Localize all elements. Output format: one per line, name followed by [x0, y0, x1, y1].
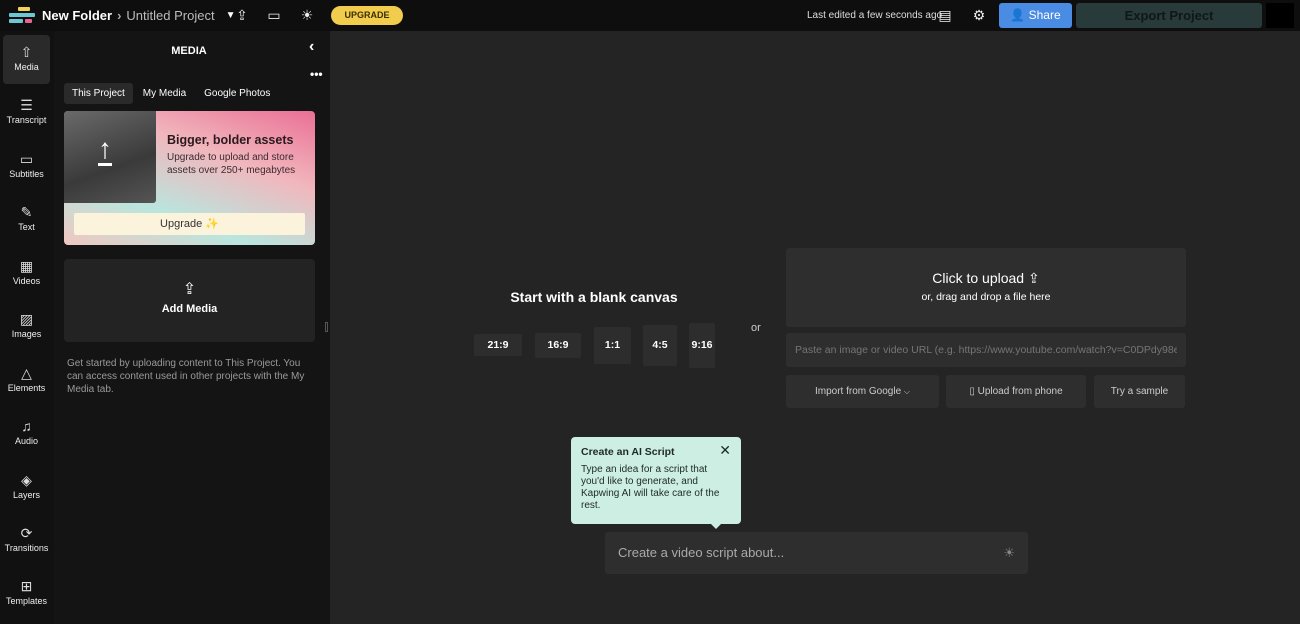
chevron-down-icon: ⌵ [903, 387, 910, 396]
or-label: or [751, 322, 761, 334]
text-edit-icon: ✎ [20, 204, 33, 220]
promo-image: ↑ [64, 111, 156, 203]
transcript-icon: ☰ [20, 97, 33, 113]
import-from-google-button[interactable]: Import from Google ⌵ [786, 375, 939, 408]
ai-script-tooltip: Create an AI Script ✕ Type an idea for a… [571, 437, 741, 529]
sidebar-item-label: Text [18, 222, 35, 232]
sidebar-item-label: Transitions [4, 543, 49, 553]
more-options-icon[interactable]: ••• [310, 67, 323, 81]
blank-canvas-title: Start with a blank canvas [510, 289, 678, 305]
share-button[interactable]: 👤 Share [999, 3, 1072, 28]
sidebar-item-transcript[interactable]: ☰ Transcript [3, 88, 50, 137]
sidebar-item-videos[interactable]: ▦ Videos [3, 249, 50, 298]
image-icon: ▨ [19, 311, 34, 327]
tooltip-title: Create an AI Script [581, 446, 675, 458]
promo-text: Upgrade to upload and store assets over … [167, 152, 296, 176]
lightbulb-icon[interactable]: ☀ [1003, 532, 1015, 574]
project-title[interactable]: Untitled Project [126, 8, 214, 23]
upload-phone-label: Upload from phone [977, 386, 1063, 397]
try-a-sample-button[interactable]: Try a sample [1094, 375, 1185, 408]
tab-my-media[interactable]: My Media [135, 83, 194, 104]
ratio-1-1-button[interactable]: 1:1 [594, 327, 631, 364]
panel-resize-handle[interactable] [325, 322, 328, 332]
breadcrumb-separator: › [117, 8, 122, 23]
script-placeholder: Create a video script about... [618, 545, 785, 560]
share-label: Share [1028, 8, 1061, 22]
sidebar-item-label: Images [11, 329, 42, 339]
sidebar-item-layers[interactable]: ◈ Layers [3, 463, 50, 512]
upload-title: Click to upload [932, 270, 1025, 286]
media-panel: MEDIA ‹ ••• This Project My Media Google… [54, 31, 330, 624]
sidebar-item-label: Templates [5, 596, 48, 606]
promo-upgrade-button[interactable]: Upgrade ✨ [74, 213, 305, 235]
import-google-label: Import from Google [814, 386, 902, 397]
upgrade-promo-card: ↑ Bigger, bolder assets Upgrade to uploa… [64, 111, 315, 245]
sidebar-item-label: Audio [14, 436, 39, 446]
upload-arrow-icon: ↑ [98, 133, 112, 166]
export-project-button[interactable]: Export Project [1076, 3, 1262, 28]
avatar[interactable] [1266, 3, 1294, 28]
grid-icon: ⊞ [20, 578, 33, 594]
ratio-21-9-button[interactable]: 21:9 [474, 334, 522, 356]
sidebar-item-transitions[interactable]: ⟳ Transitions [3, 516, 50, 565]
cloud-upload-icon: ⇧ [20, 44, 33, 60]
export-upload-icon[interactable]: ⇪ [234, 7, 250, 23]
upload-from-phone-button[interactable]: ▯ Upload from phone [946, 375, 1086, 408]
sidebar-item-text[interactable]: ✎ Text [3, 195, 50, 244]
last-edited-status: Last edited a few seconds ago [807, 10, 943, 21]
sidebar-rail: ⇧ Media ☰ Transcript ▭ Subtitles ✎ Text ▦ Vid… [0, 31, 54, 624]
upload-icon: ⇪ [1027, 270, 1040, 286]
kapwing-logo[interactable] [9, 7, 35, 24]
tab-google-photos[interactable]: Google Photos [196, 83, 278, 104]
promo-title: Bigger, bolder assets [167, 133, 294, 147]
media-url-input[interactable] [786, 333, 1186, 367]
close-icon[interactable]: ✕ [719, 442, 731, 459]
collapse-panel-icon[interactable]: ‹ [309, 38, 314, 56]
transitions-icon: ⟳ [20, 525, 33, 541]
tab-this-project[interactable]: This Project [64, 83, 133, 104]
sidebar-item-label: Layers [12, 490, 40, 500]
help-text: Get started by uploading content to This… [67, 358, 305, 395]
film-icon: ▦ [19, 258, 34, 274]
breadcrumb: New Folder › Untitled Project ▼ [42, 8, 235, 23]
panel-title: MEDIA [171, 45, 207, 57]
tooltip-text: Type an idea for a script that you'd lik… [581, 464, 720, 511]
shapes-icon: △ [21, 365, 32, 381]
sidebar-item-subtitles[interactable]: ▭ Subtitles [3, 142, 50, 191]
video-script-input[interactable]: Create a video script about... ☀ [605, 532, 1028, 574]
ratio-9-16-button[interactable]: 9:16 [689, 323, 715, 368]
add-media-label: Add Media [161, 303, 218, 315]
upload-icon: ⇪ [182, 281, 197, 298]
sidebar-item-images[interactable]: ▨ Images [3, 302, 50, 351]
lightbulb-icon[interactable]: ☀ [299, 7, 315, 23]
sidebar-item-label: Elements [7, 383, 46, 393]
gear-icon[interactable]: ⚙ [971, 7, 987, 23]
comments-icon[interactable]: ▤ [937, 7, 953, 23]
click-to-upload-dropzone[interactable]: Click to upload ⇪ or, drag and drop a fi… [786, 248, 1186, 327]
subtitles-icon[interactable]: ▭ [266, 7, 282, 23]
add-media-button[interactable]: ⇪ Add Media [64, 259, 315, 342]
upgrade-button[interactable]: UPGRADE [331, 6, 403, 25]
media-tabs: This Project My Media Google Photos [64, 83, 280, 104]
ratio-16-9-button[interactable]: 16:9 [535, 333, 581, 358]
add-user-icon: 👤 [1010, 8, 1029, 22]
sidebar-item-templates[interactable]: ⊞ Templates [3, 569, 50, 618]
subtitles-icon: ▭ [19, 151, 34, 167]
sidebar-item-label: Transcript [6, 115, 47, 125]
sidebar-item-label: Subtitles [9, 169, 44, 179]
sidebar-item-elements[interactable]: △ Elements [3, 356, 50, 405]
layers-icon: ◈ [21, 472, 32, 488]
top-bar: New Folder › Untitled Project ▼ ⇪ ▭ ☀ UP… [0, 0, 1300, 31]
ratio-4-5-button[interactable]: 4:5 [643, 325, 677, 366]
phone-icon: ▯ [969, 386, 975, 397]
folder-link[interactable]: New Folder [42, 8, 112, 23]
sidebar-item-audio[interactable]: ♫ Audio [3, 409, 50, 458]
sidebar-item-media[interactable]: ⇧ Media [3, 35, 50, 84]
upload-subtitle: or, drag and drop a file here [921, 291, 1051, 303]
sidebar-item-label: Media [14, 62, 39, 72]
sidebar-item-label: Videos [12, 276, 41, 286]
music-note-icon: ♫ [21, 418, 32, 434]
